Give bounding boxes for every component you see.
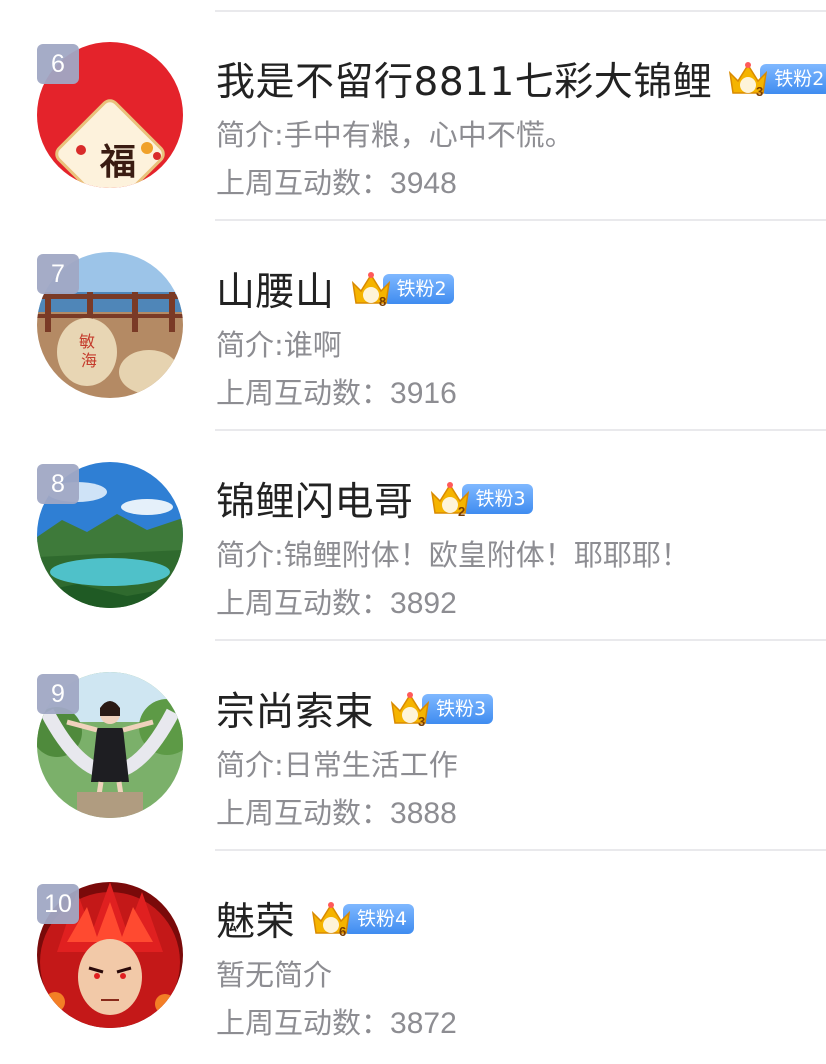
intro-text: 简介:日常生活工作	[216, 748, 458, 782]
user-name[interactable]: 我是不留行8811七彩大锦鲤	[216, 51, 712, 107]
list-item[interactable]: 敏 海 7 山腰山 8 铁粉2 简介:谁啊 上周互动数：3916	[0, 220, 826, 430]
crown-icon: 3	[729, 62, 768, 99]
user-name[interactable]: 锦鲤闪电哥	[216, 471, 414, 527]
name-line: 宗尚索束 3 铁粉3	[216, 680, 494, 738]
svg-text:8: 8	[379, 294, 386, 309]
user-name[interactable]: 宗尚索束	[216, 681, 374, 737]
list-item[interactable]: 福 6 我是不留行8811七彩大锦鲤 3 铁粉2 简介:手中有粮，心中不慌。 上…	[0, 10, 826, 220]
intro-text: 简介:谁啊	[216, 328, 342, 362]
fan-level-badge[interactable]: 6 铁粉4	[309, 901, 415, 939]
name-line: 山腰山 8 铁粉2	[216, 260, 454, 318]
interaction-stat: 上周互动数：3872	[216, 1000, 457, 1042]
badge-label: 铁粉4	[343, 904, 415, 934]
svg-text:3: 3	[418, 714, 425, 729]
crown-icon: 8	[351, 272, 390, 309]
user-name[interactable]: 山腰山	[216, 261, 335, 317]
svg-text:福: 福	[99, 141, 136, 183]
svg-text:3: 3	[756, 84, 763, 99]
name-line: 魅荣 6 铁粉4	[216, 890, 415, 948]
fan-level-badge[interactable]: 3 铁粉3	[388, 691, 494, 729]
rank-badge: 10	[37, 884, 79, 924]
rank-badge: 9	[37, 674, 79, 714]
fan-level-badge[interactable]: 2 铁粉3	[428, 481, 533, 519]
intro-text: 暂无简介	[216, 958, 333, 992]
svg-text:2: 2	[458, 504, 465, 519]
fan-level-badge[interactable]: 3 铁粉2	[726, 61, 826, 99]
crown-icon: 6	[311, 902, 351, 939]
crown-icon: 3	[390, 692, 430, 729]
interaction-count: 3888	[390, 797, 457, 830]
intro-text: 简介:手中有粮，心中不慌。	[216, 118, 574, 152]
user-name[interactable]: 魅荣	[216, 891, 295, 947]
crown-icon: 2	[430, 482, 469, 519]
svg-text:6: 6	[339, 924, 346, 939]
interaction-count: 3872	[390, 1007, 457, 1040]
list-item[interactable]: 10 魅荣 6 铁粉4 暂无简介 上周互动数：3872	[0, 850, 826, 1060]
interaction-label: 上周互动数：	[216, 796, 391, 830]
interaction-label: 上周互动数：	[216, 376, 391, 410]
list-item[interactable]: 8 锦鲤闪电哥 2 铁粉3 简介:锦鲤附体！欧皇附体！耶耶耶！ 上周互动数：38…	[0, 430, 826, 640]
interaction-count: 3892	[390, 587, 457, 620]
interaction-count: 3916	[390, 377, 457, 410]
interaction-label: 上周互动数：	[216, 586, 391, 620]
rank-badge: 8	[37, 464, 79, 504]
list-item[interactable]: 9 宗尚索束 3 铁粉3 简介:日常生活工作 上周互动数：3888	[0, 640, 826, 850]
interaction-stat: 上周互动数：3888	[216, 790, 457, 832]
interaction-label: 上周互动数：	[216, 1006, 391, 1040]
name-line: 我是不留行8811七彩大锦鲤 3 铁粉2	[216, 50, 826, 108]
interaction-stat: 上周互动数：3892	[216, 580, 457, 622]
badge-label: 铁粉3	[422, 694, 494, 724]
fan-level-badge[interactable]: 8 铁粉2	[349, 271, 454, 309]
fan-ranking-page: 福 6 我是不留行8811七彩大锦鲤 3 铁粉2 简介:手中有粮，心中不慌。 上…	[0, 0, 826, 1064]
svg-text:敏: 敏	[79, 332, 95, 351]
svg-text:海: 海	[81, 351, 97, 370]
interaction-stat: 上周互动数：3916	[216, 370, 457, 412]
interaction-count: 3948	[390, 167, 457, 200]
rank-badge: 7	[37, 254, 79, 294]
badge-label: 铁粉3	[461, 484, 533, 514]
rank-badge: 6	[37, 44, 79, 84]
interaction-stat: 上周互动数：3948	[216, 160, 457, 202]
intro-text: 简介:锦鲤附体！欧皇附体！耶耶耶！	[216, 538, 690, 572]
interaction-label: 上周互动数：	[216, 166, 391, 200]
badge-label: 铁粉2	[382, 274, 454, 304]
name-line: 锦鲤闪电哥 2 铁粉3	[216, 470, 533, 528]
